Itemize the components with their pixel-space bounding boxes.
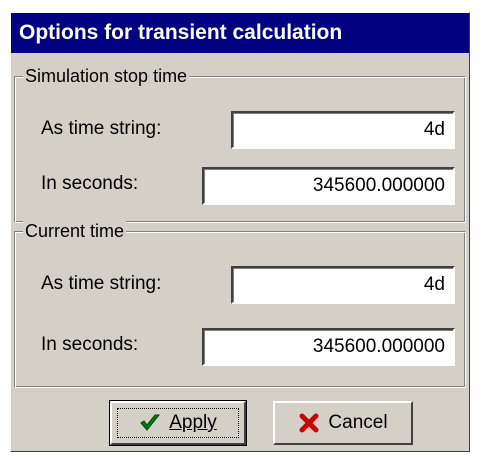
stop-time-group-title: Simulation stop time (23, 65, 190, 87)
dialog-title: Options for transient calculation (11, 13, 469, 53)
apply-label: Apply (169, 412, 217, 433)
stop-time-group: Simulation stop time As time string: 4d … (14, 65, 466, 223)
cancel-label: Cancel (328, 412, 388, 433)
apply-button[interactable]: Apply (109, 400, 247, 446)
current-time-group-title: Current time (23, 220, 127, 242)
x-icon (298, 412, 320, 434)
current-seconds-input[interactable]: 345600.000000 (202, 328, 455, 366)
current-time-string-label: As time string: (41, 273, 162, 294)
options-dialog: Options for transient calculation Simula… (10, 12, 470, 452)
current-time-string-input[interactable]: 4d (231, 266, 455, 304)
stop-seconds-label: In seconds: (41, 173, 139, 194)
stop-time-string-input[interactable]: 4d (231, 111, 455, 149)
checkmark-icon (139, 412, 161, 434)
current-seconds-label: In seconds: (41, 334, 139, 355)
stop-seconds-input[interactable]: 345600.000000 (202, 167, 455, 205)
cancel-button[interactable]: Cancel (273, 401, 413, 445)
current-time-group: Current time As time string: 4d In secon… (14, 220, 466, 388)
stop-time-string-label: As time string: (41, 118, 162, 139)
